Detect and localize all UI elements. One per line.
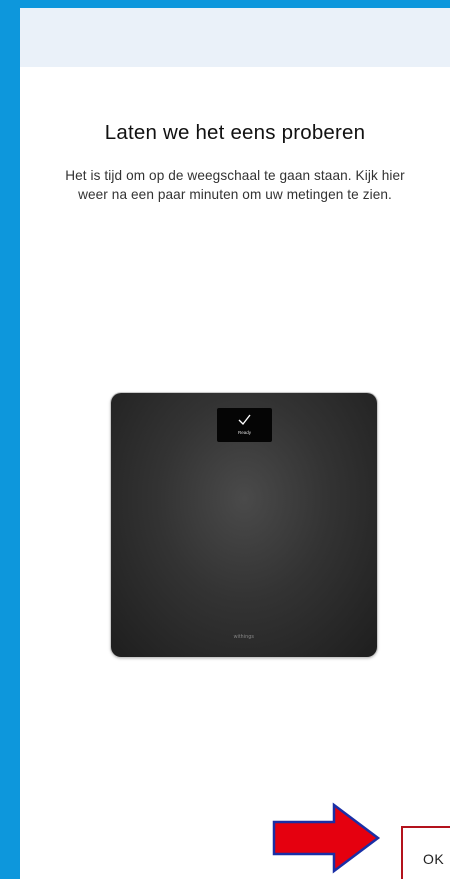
scale-brand-logo: withings bbox=[233, 634, 255, 640]
page-title: Laten we het eens proberen bbox=[104, 121, 366, 144]
app-frame: Laten we het eens proberen Het is tijd o… bbox=[0, 0, 450, 879]
checkmark-icon bbox=[238, 414, 251, 426]
ok-button[interactable]: OK bbox=[401, 826, 450, 879]
header-bar bbox=[20, 8, 450, 67]
scale-display: Ready bbox=[217, 408, 272, 442]
scale-ready-text: Ready bbox=[237, 430, 251, 435]
ok-button-label: OK bbox=[423, 851, 445, 867]
red-arrow-right-icon bbox=[272, 802, 381, 874]
page-description: Het is tijd om op de weegschaal te gaan … bbox=[65, 168, 405, 202]
scale-image: Ready withings bbox=[111, 393, 377, 657]
app-screen: Laten we het eens proberen Het is tijd o… bbox=[20, 8, 450, 879]
